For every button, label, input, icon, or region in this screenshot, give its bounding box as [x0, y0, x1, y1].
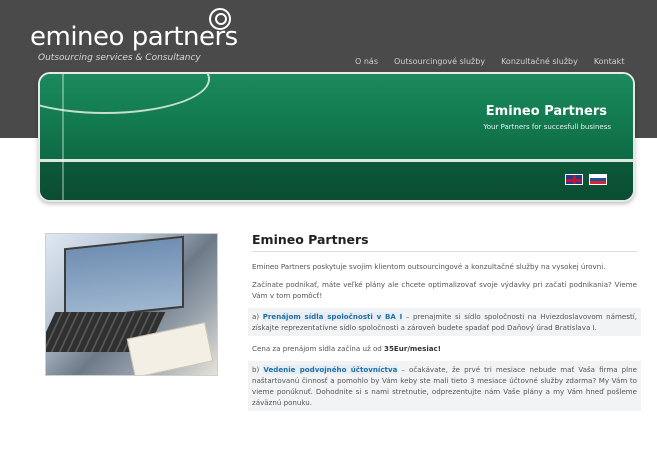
nav-link-consulting[interactable]: Konzultačné služby — [501, 57, 578, 66]
price-text: Cena za prenájom sídla začína už od — [252, 344, 385, 353]
offer-a-link[interactable]: Prenájom sídla spoločnosti v BA I — [262, 312, 403, 321]
question-paragraph: Začínate podnikať, máte veľké plány ale … — [252, 280, 637, 300]
page-title: Emineo Partners — [252, 232, 369, 247]
site-logo[interactable]: emineo partners — [30, 22, 238, 52]
banner-title: Emineo Partners — [485, 104, 607, 119]
offer-b-link[interactable]: Vedenie podvojného účtovníctva — [263, 365, 398, 374]
nav-link-o-nas[interactable]: O nás — [355, 57, 378, 66]
en-flag-icon[interactable] — [565, 174, 583, 185]
title-divider — [252, 251, 637, 252]
offer-a-prefix: a) — [252, 312, 260, 321]
intro-paragraph: Emineo Partners poskytuje svojim kliento… — [252, 262, 606, 271]
main-content: Emineo Partners Emineo Partners poskytuj… — [248, 232, 641, 418]
nav-link-outsourcing[interactable]: Outsourcingové služby — [394, 57, 485, 66]
banner-subtitle: Your Partners for succesfull business — [483, 123, 611, 131]
offer-a: a) Prenájom sídla spoločnosti v BA I – p… — [248, 308, 641, 336]
site-tagline: Outsourcing services & Consultancy — [38, 53, 201, 63]
nav-link-contact[interactable]: Kontakt — [594, 57, 625, 66]
offer-b: b) Vedenie podvojného účtovníctva – očak… — [248, 361, 641, 411]
main-nav: O nás Outsourcingové služby Konzultačné … — [339, 57, 624, 66]
sk-flag-icon[interactable] — [589, 174, 607, 185]
photo-screen — [64, 235, 184, 321]
office-photo — [45, 233, 218, 376]
price-paragraph: Cena za prenájom sídla začína už od 35Eu… — [252, 343, 637, 354]
offer-b-prefix: b) — [252, 365, 260, 374]
logo-icon — [209, 8, 231, 30]
price-value: 35Eur/mesiac! — [384, 344, 441, 353]
banner-bottom — [40, 162, 633, 200]
hero-banner: Emineo Partners Your Partners for succes… — [38, 72, 635, 202]
banner-line-decoration — [62, 74, 64, 200]
